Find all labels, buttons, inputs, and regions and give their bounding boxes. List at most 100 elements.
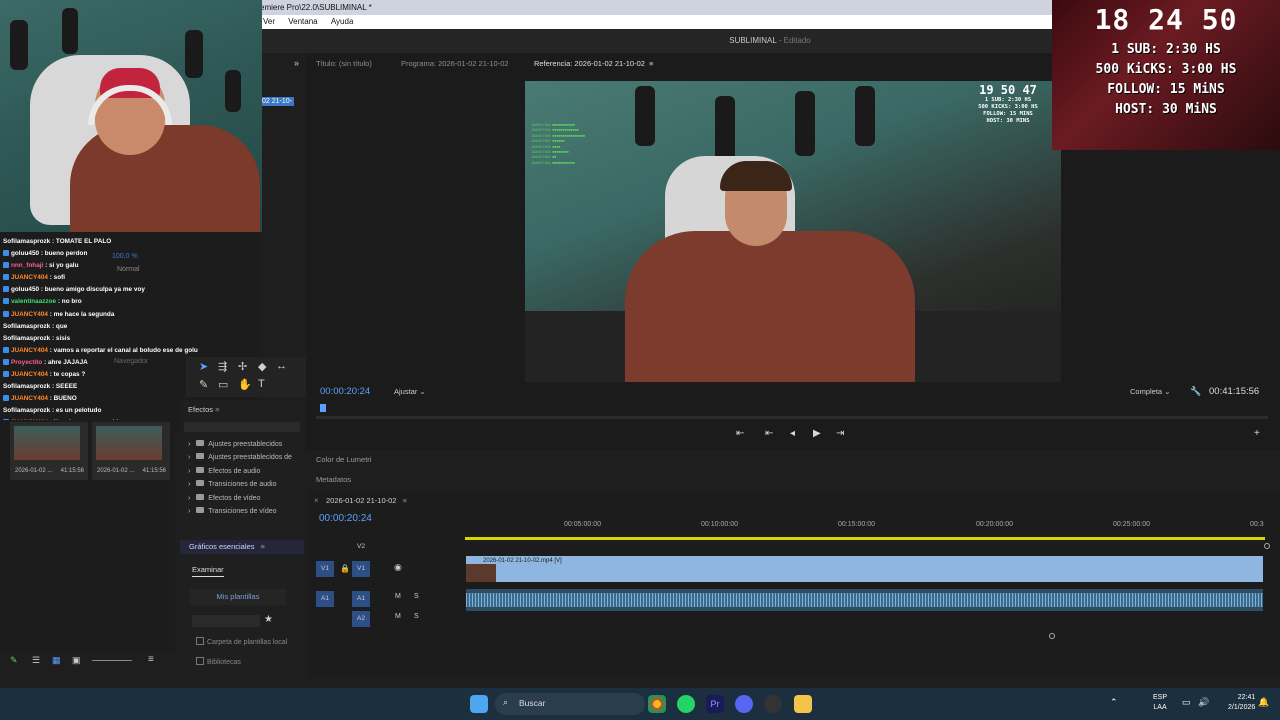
star-icon[interactable]: ★ [264,614,273,625]
video-clip[interactable]: 2026-01-02 21-10-02.mp4 [V] [466,556,1263,582]
track-v1-label[interactable]: V1 [352,561,370,577]
language-indicator[interactable]: ESP LAA [1153,693,1167,713]
libraries-checkbox[interactable]: Bibliotecas [196,657,241,666]
track-a1-label[interactable]: A1 [352,591,370,607]
monitor-scrub-bar[interactable] [316,416,1268,419]
effects-folder[interactable]: › Transiciones de vídeo [188,507,277,515]
ripple-edit-icon[interactable]: ✢ [238,360,247,373]
lock-icon[interactable]: 🔒 [340,564,350,573]
effects-search-input[interactable] [184,422,300,432]
sort-icon[interactable]: ≡ [148,654,154,665]
menu-item-ayuda[interactable]: Ayuda [331,17,354,26]
folder-label: Transiciones de vídeo [208,508,277,515]
mute-icon[interactable]: M [395,593,401,600]
selection-tool-icon[interactable]: ➤ [199,360,208,373]
type-tool-icon[interactable]: T [258,378,265,390]
audio-clip[interactable] [466,589,1263,611]
pen-tool-icon[interactable]: ✎ [199,378,208,391]
mute-icon[interactable]: M [395,613,401,620]
whatsapp-icon[interactable] [677,695,695,713]
sequence-tag[interactable]: 02 21-10- [260,97,294,106]
browse-tab[interactable]: Examinar [192,565,224,577]
list-view-icon[interactable]: ☰ [32,655,40,666]
lumetri-tab[interactable]: Color de Lumetri [316,455,371,464]
add-button-icon[interactable]: + [1254,428,1260,439]
graphics-tab[interactable]: Gráficos esenciales ≡ [180,540,304,554]
chat-username: JUANCY404 [11,395,48,403]
track-a1-source[interactable]: A1 [316,591,334,607]
video-goal-line: 1 SUB: 2:30 HS [984,97,1032,103]
premiere-icon[interactable]: Pr [706,695,724,713]
freeform-view-icon[interactable]: ▣ [72,655,81,666]
effects-folder[interactable]: › Transiciones de audio [188,480,277,488]
playhead-timecode[interactable]: 00:00:20:24 [320,386,370,397]
hand-tool-icon[interactable]: ✋ [238,378,252,391]
track-a2-label[interactable]: A2 [352,611,370,627]
step-back-icon[interactable]: ◂ [790,428,795,439]
network-icon[interactable]: ▭ [1182,697,1191,708]
solo-icon[interactable]: S [414,593,419,600]
volume-icon[interactable]: 🔊 [1198,697,1209,708]
track-v2-label[interactable]: V2 [352,539,370,555]
system-clock[interactable]: 22:41 2/1/2026 [1228,693,1255,713]
local-templates-checkbox[interactable]: Carpeta de plantillas local [196,637,287,646]
play-icon[interactable]: ▶ [813,428,821,439]
file-explorer-icon[interactable] [794,695,812,713]
effects-folder[interactable]: › Efectos de vídeo [188,494,260,502]
chrome-icon[interactable] [648,695,666,713]
solo-icon[interactable]: S [414,613,419,620]
wrench-icon[interactable]: 🔧 [1190,386,1201,397]
badge-icon [3,262,9,269]
effects-tab[interactable]: Efectos ≡ [188,405,220,414]
mark-in-icon[interactable]: ⇤ [736,428,744,439]
go-to-in-icon[interactable]: ⇤ [765,428,773,439]
icon-view-icon[interactable]: ▦ [52,655,61,666]
folder-label: Efectos de vídeo [208,495,261,502]
notification-icon[interactable]: 🔔 [1258,697,1269,708]
chat-message: goluu450 : bueno perdon [0,248,232,260]
eye-icon[interactable]: ◉ [394,562,402,573]
track-select-icon[interactable]: ⇶ [218,360,227,373]
playback-quality-select[interactable]: Completa ⌄ [1130,387,1170,396]
tab-program[interactable]: Programa: 2026-01-02 21-10-02 [401,59,509,68]
pencil-icon[interactable]: ✎ [10,655,18,666]
monitor-playhead[interactable] [320,404,326,412]
sequence-thumbnail[interactable]: 2026-01-02 ... 41:15:56 [92,422,170,480]
effects-folder[interactable]: › Ajustes preestablecidos [188,440,282,448]
menu-item-ver[interactable]: Ver [263,17,275,26]
my-templates-button[interactable]: Mis plantillas [190,589,286,605]
navigator-tab[interactable]: Navegador [114,358,148,365]
windows-start-icon[interactable] [470,695,488,713]
scroll-handle[interactable] [1264,543,1270,549]
clip-thumbnail[interactable]: 2026-01-02 ... 41:15:56 [10,422,88,480]
panel-expand-icon[interactable]: » [294,58,299,68]
sequence-tab[interactable]: 2026-01-02 21-10-02 ≡ [326,496,407,505]
go-to-out-icon[interactable]: ⇥ [836,428,844,439]
chat-text: TOMATE EL PALO [55,238,112,245]
zoom-slider[interactable] [92,660,132,661]
work-area-bar[interactable] [465,537,1265,540]
chat-text: si yo galu [49,262,79,270]
timeline-timecode[interactable]: 00:00:20:24 [319,513,372,524]
slip-tool-icon[interactable]: ↔ [276,360,287,372]
track-v1-source[interactable]: V1 [316,561,334,577]
tab-title[interactable]: Título: (sin título) [316,59,372,68]
taskbar-search[interactable]: ⌕ Buscar [495,693,645,715]
zoom-handle[interactable] [1049,633,1055,639]
zoom-fit-select[interactable]: Ajustar ⌄ [394,387,426,396]
chat-message: JUANCY404 : vamos a reportar el canal al… [0,345,232,357]
tab-menu-icon[interactable]: ≡ [649,59,653,68]
effects-folder[interactable]: › Efectos de audio [188,467,260,475]
effects-folder[interactable]: › Ajustes preestablecidos de [188,453,292,461]
razor-icon[interactable]: ◆ [258,360,266,373]
chat-text: vamos a reportar el canal al boludo ese … [53,346,198,354]
chevron-up-icon[interactable]: ⌃ [1110,697,1118,708]
close-icon[interactable]: × [314,496,319,505]
rectangle-tool-icon[interactable]: ▭ [218,378,228,391]
obs-icon[interactable] [764,695,782,713]
discord-icon[interactable] [735,695,753,713]
metadata-tab[interactable]: Metadatos [316,475,351,484]
templates-search-input[interactable] [192,615,260,627]
tab-reference[interactable]: Referencia: 2026-01-02 21-10-02 [534,59,645,68]
menu-item-ventana[interactable]: Ventana [288,17,317,26]
